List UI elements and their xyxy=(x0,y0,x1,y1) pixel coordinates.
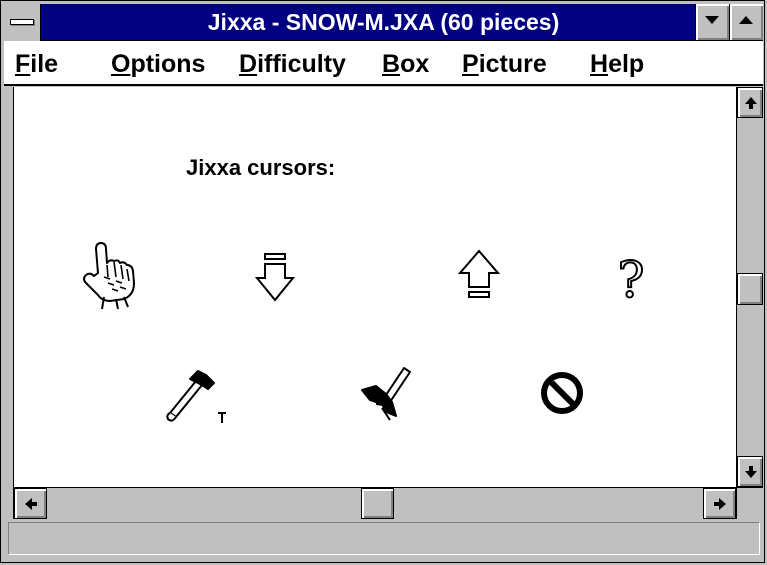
horizontal-scrollbar[interactable] xyxy=(14,487,736,519)
menu-difficulty-mnemonic: D xyxy=(239,50,258,78)
status-bar xyxy=(8,522,760,555)
triangle-up-icon xyxy=(739,16,753,24)
menu-options-label: ptions xyxy=(130,50,206,78)
horizontal-scroll-thumb[interactable] xyxy=(361,488,394,519)
left-border xyxy=(4,87,14,519)
hammer-icon xyxy=(166,370,226,423)
menu-file-mnemonic: F xyxy=(15,50,31,78)
no-entry-icon xyxy=(541,372,583,414)
scroll-right-button[interactable] xyxy=(703,488,736,519)
arrow-down-small-icon xyxy=(745,466,757,478)
menu-help[interactable]: Help xyxy=(590,50,644,78)
maximize-button[interactable] xyxy=(729,4,763,40)
system-menu-icon xyxy=(10,19,34,25)
window-title: Jixxa - SNOW-M.JXA (60 pieces) xyxy=(207,9,560,35)
question-mark-glyph: ? xyxy=(618,251,645,307)
arrow-left-small-icon xyxy=(25,498,37,510)
scroll-up-button[interactable] xyxy=(737,87,763,118)
app-window: Jixxa - SNOW-M.JXA (60 pieces) File Opti… xyxy=(0,0,767,565)
menu-file-label: ile xyxy=(30,50,59,78)
arrow-right-small-icon xyxy=(714,498,726,510)
system-menu-button[interactable] xyxy=(4,4,41,41)
hammer-tilted-icon xyxy=(361,367,411,421)
scroll-down-button[interactable] xyxy=(737,456,763,487)
menu-help-mnemonic: H xyxy=(590,50,609,78)
title-bar[interactable]: Jixxa - SNOW-M.JXA (60 pieces) xyxy=(4,4,763,41)
client-area[interactable]: Jixxa cursors: ? xyxy=(14,87,736,487)
arrow-down-icon xyxy=(255,253,295,302)
menu-picture-mnemonic: P xyxy=(462,50,479,78)
menu-help-label: elp xyxy=(608,50,645,78)
scrollbar-corner xyxy=(736,487,763,519)
arrow-up-icon xyxy=(458,249,500,298)
arrow-up-small-icon xyxy=(745,97,757,109)
menu-picture[interactable]: Picture xyxy=(462,50,547,78)
menu-file[interactable]: File xyxy=(15,50,58,78)
menu-box[interactable]: Box xyxy=(382,50,429,78)
minimize-button[interactable] xyxy=(695,4,729,40)
scroll-left-button[interactable] xyxy=(14,488,47,519)
menu-bar: File Options Difficulty Box Picture Help xyxy=(4,41,763,86)
menu-picture-label: icture xyxy=(478,50,547,78)
cursors-heading: Jixxa cursors: xyxy=(186,155,336,180)
menu-box-mnemonic: B xyxy=(382,50,401,78)
menu-options[interactable]: Options xyxy=(111,50,205,78)
question-mark-icon: ? xyxy=(617,250,646,307)
triangle-down-icon xyxy=(705,16,719,24)
menu-difficulty-label: ifficulty xyxy=(257,50,346,78)
vertical-scrollbar[interactable] xyxy=(736,87,763,487)
menu-options-mnemonic: O xyxy=(111,50,131,78)
vertical-scroll-thumb[interactable] xyxy=(737,273,763,305)
menu-difficulty[interactable]: Difficulty xyxy=(239,50,346,78)
menu-box-label: ox xyxy=(400,50,430,78)
hand-pointer-icon xyxy=(83,242,135,310)
